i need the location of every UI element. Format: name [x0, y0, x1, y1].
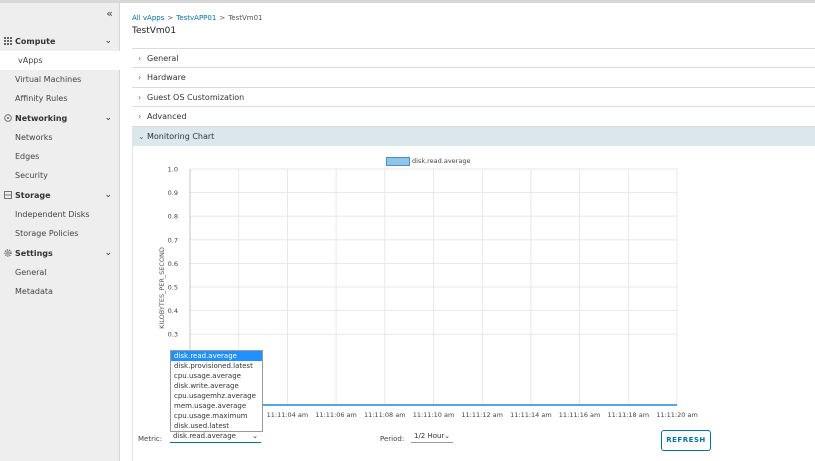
metric-option[interactable]: cpu.usage.maximum [171, 411, 262, 421]
x-tick-label: 11:11:16 am [559, 411, 601, 419]
y-tick-label: 0.4 [168, 307, 178, 315]
chevron-down-icon: ⌄ [252, 432, 258, 440]
y-tick-label: 0.3 [168, 331, 178, 339]
metric-dropdown-list[interactable]: disk.read.average disk.provisioned.lates… [170, 350, 263, 432]
y-tick-label: 1.0 [168, 166, 178, 174]
period-select[interactable]: 1/2 Hour ⌄ [411, 431, 453, 443]
x-tick-label: 11:11:04 am [267, 411, 309, 419]
metric-option[interactable]: mem.usage.average [171, 401, 262, 411]
chevron-down-icon: ⌄ [444, 432, 450, 440]
refresh-button[interactable]: REFRESH [661, 430, 711, 451]
metric-select[interactable]: disk.read.average ⌄ [170, 431, 261, 443]
metric-select-value: disk.read.average [173, 432, 236, 440]
y-tick-label: 0.7 [168, 236, 178, 244]
y-tick-label: 0.5 [168, 284, 178, 292]
x-tick-label: 11:11:10 am [413, 411, 455, 419]
metric-option[interactable]: disk.provisioned.latest [171, 361, 262, 371]
x-tick-label: 11:11:20 am [656, 411, 698, 419]
x-tick-label: 11:11:14 am [510, 411, 552, 419]
x-tick-label: 11:11:12 am [461, 411, 503, 419]
metric-option[interactable]: cpu.usagemhz.average [171, 391, 262, 401]
x-tick-label: 11:11:18 am [608, 411, 650, 419]
period-select-value: 1/2 Hour [414, 432, 445, 440]
period-label: Period: [380, 435, 405, 443]
x-tick-label: 11:11:08 am [364, 411, 406, 419]
y-tick-label: 0.9 [168, 189, 178, 197]
y-tick-label: 0.6 [168, 260, 178, 268]
chart-plot: 1.0 0.9 0.8 0.7 0.6 0.5 0.4 0.3 11:11:04 am 11:1… [168, 166, 698, 420]
metric-option[interactable]: disk.write.average [171, 381, 262, 391]
metric-option[interactable]: disk.used.latest [171, 421, 262, 431]
metric-option[interactable]: cpu.usage.average [171, 371, 262, 381]
metric-option[interactable]: disk.read.average [171, 351, 262, 361]
y-tick-label: 0.8 [168, 213, 178, 221]
x-tick-label: 11:11:06 am [315, 411, 357, 419]
metric-label: Metric: [138, 435, 163, 443]
